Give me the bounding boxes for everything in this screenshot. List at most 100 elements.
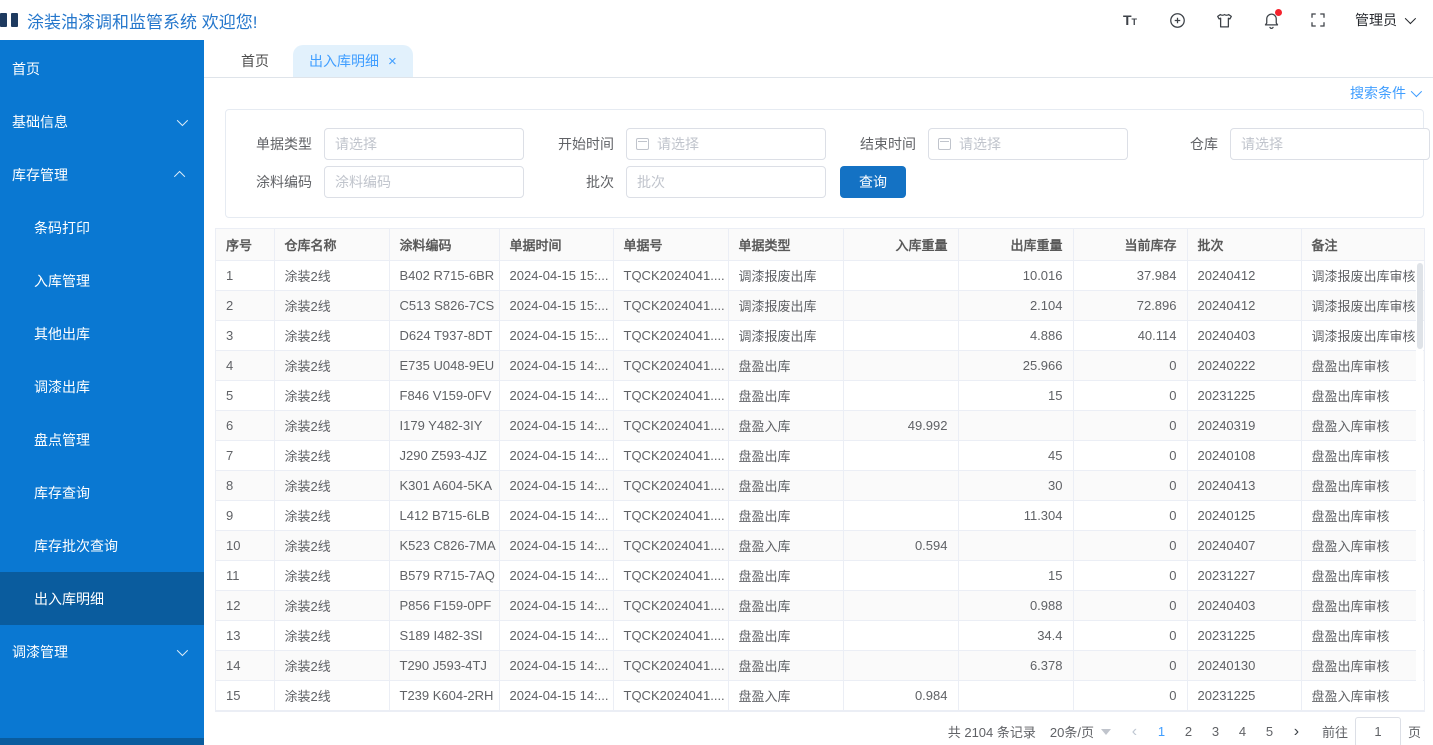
cell-remark: 盘盈出库审核 [1301,350,1424,380]
cell-paint_code: T290 J593-4TJ [389,650,499,680]
cell-paint_code: D624 T937-8DT [389,320,499,350]
cell-paint_code: B402 R715-6BR [389,260,499,290]
cell-current_stock: 0 [1073,530,1187,560]
search-conditions-toggle[interactable]: 搜索条件 [1350,83,1419,103]
next-page-button[interactable]: › [1283,718,1310,745]
sidebar-item-label: 库存管理 [12,165,68,185]
chevron-down-icon [1411,86,1422,97]
chevron-up-icon [174,170,185,181]
cell-in_weight [843,590,958,620]
tab-home[interactable]: 首页 [225,45,285,77]
cell-warehouse: 涂装2线 [274,590,389,620]
prev-page-button[interactable]: ‹ [1121,718,1148,745]
font-size-icon[interactable]: TT [1120,10,1140,30]
cell-current_stock: 0 [1073,650,1187,680]
filter-doc-type: 单据类型 [226,128,528,160]
sidebar-item-paint-outbound[interactable]: 调漆出库 [0,360,204,413]
start-time-input[interactable] [626,128,826,160]
sidebar-item-inventory-management[interactable]: 库存管理 [0,148,204,201]
tab-inout-detail[interactable]: 出入库明细× [293,45,413,77]
cell-batch: 20231227 [1187,560,1301,590]
sidebar-item-label: 盘点管理 [34,430,90,450]
cell-in_weight [843,500,958,530]
cell-warehouse: 涂装2线 [274,290,389,320]
cell-warehouse: 涂装2线 [274,380,389,410]
cell-warehouse: 涂装2线 [274,350,389,380]
cell-doc_time: 2024-04-15 14:... [499,650,613,680]
cell-current_stock: 0 [1073,410,1187,440]
sidebar-menu: 首页基础信息库存管理条码打印入库管理其他出库调漆出库盘点管理库存查询库存批次查询… [0,42,204,678]
sidebar-item-home[interactable]: 首页 [0,42,204,95]
filter-label: 结束时间 [830,134,928,154]
cell-remark: 调漆报废出库审核 [1301,290,1424,320]
column-header-batch: 批次 [1187,229,1301,260]
query-button[interactable]: 查询 [840,166,906,198]
table-row: 10涂装2线K523 C826-7MA2024-04-15 14:...TQCK… [216,530,1424,560]
cell-batch: 20240412 [1187,290,1301,320]
batch-input[interactable] [626,166,826,198]
table-row: 2涂装2线C513 S826-7CS2024-04-15 15:...TQCK2… [216,290,1424,320]
page-number-2[interactable]: 2 [1175,718,1202,745]
cell-batch: 20240412 [1187,260,1301,290]
close-icon[interactable]: × [388,54,397,69]
data-table: 序号仓库名称涂料编码单据时间单据号单据类型入库重量出库重量当前库存批次备注 1涂… [215,228,1425,712]
cell-current_stock: 0 [1073,440,1187,470]
cell-current_stock: 0 [1073,500,1187,530]
cell-in_weight [843,380,958,410]
cell-current_stock: 0 [1073,350,1187,380]
search-panel: 单据类型开始时间结束时间仓库涂料编码批次查询 [225,109,1424,218]
page-number-1[interactable]: 1 [1148,718,1175,745]
table-row: 13涂装2线S189 I482-3SI2024-04-15 14:...TQCK… [216,620,1424,650]
sidebar-item-inbound-management[interactable]: 入库管理 [0,254,204,307]
sidebar-item-inout-detail[interactable]: 出入库明细 [0,572,204,625]
sidebar-item-basic-info[interactable]: 基础信息 [0,95,204,148]
sidebar-item-stocktake-management[interactable]: 盘点管理 [0,413,204,466]
sidebar-item-label: 入库管理 [34,271,90,291]
page-number-4[interactable]: 4 [1229,718,1256,745]
doc-type-input[interactable] [324,128,524,160]
bell-icon[interactable] [1261,10,1281,30]
cell-index: 11 [216,560,274,590]
cell-in_weight [843,620,958,650]
pagination-bar: 共 2104 条记录 20条/页 ‹ 12345 › 前往 页 [204,715,1421,745]
cell-remark: 盘盈出库审核 [1301,380,1424,410]
sidebar-item-inventory-query[interactable]: 库存查询 [0,466,204,519]
column-header-paint_code: 涂料编码 [389,229,499,260]
cell-out_weight: 30 [958,470,1073,500]
cell-paint_code: T239 K604-2RH [389,680,499,710]
cell-current_stock: 0 [1073,380,1187,410]
cell-out_weight: 34.4 [958,620,1073,650]
zoom-in-icon[interactable] [1167,10,1187,30]
sidebar-item-paint-mixing-management[interactable]: 调漆管理 [0,625,204,678]
cell-current_stock: 0 [1073,560,1187,590]
page-number-5[interactable]: 5 [1256,718,1283,745]
cell-doc_type: 盘盈出库 [728,500,843,530]
cell-doc_type: 盘盈出库 [728,650,843,680]
cell-doc_time: 2024-04-15 14:... [499,680,613,710]
fullscreen-icon[interactable] [1308,10,1328,30]
user-menu[interactable]: 管理员 [1355,10,1413,30]
paint-code-input[interactable] [324,166,524,198]
sidebar-item-other-outbound[interactable]: 其他出库 [0,307,204,360]
cell-batch: 20240413 [1187,470,1301,500]
cell-doc_no: TQCK2024041.... [613,290,728,320]
page-size-select[interactable]: 20条/页 [1050,722,1111,741]
end-time-input[interactable] [928,128,1128,160]
cell-doc_no: TQCK2024041.... [613,500,728,530]
scrollbar-thumb[interactable] [1417,263,1423,349]
goto-page-input[interactable] [1355,717,1401,745]
cell-index: 5 [216,380,274,410]
cell-index: 7 [216,440,274,470]
cell-in_weight: 0.984 [843,680,958,710]
cell-out_weight: 0.988 [958,590,1073,620]
cell-doc_time: 2024-04-15 15:... [499,320,613,350]
page-number-3[interactable]: 3 [1202,718,1229,745]
cell-remark: 盘盈出库审核 [1301,560,1424,590]
cell-doc_no: TQCK2024041.... [613,620,728,650]
warehouse-input[interactable] [1230,128,1430,160]
sidebar-item-inventory-batch-query[interactable]: 库存批次查询 [0,519,204,572]
sidebar-item-label: 出入库明细 [34,589,104,609]
logo-fragment [2,11,22,29]
sidebar-item-barcode-print[interactable]: 条码打印 [0,201,204,254]
theme-icon[interactable] [1214,10,1234,30]
